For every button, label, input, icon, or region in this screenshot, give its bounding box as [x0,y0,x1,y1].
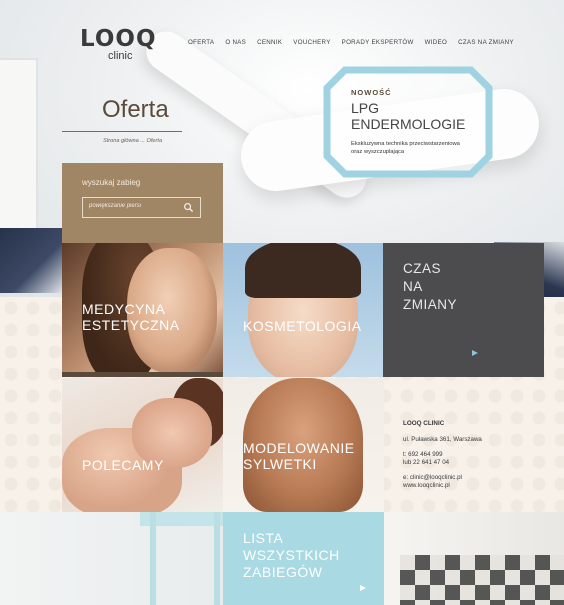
tile-label-line: NA [403,279,423,294]
promo-badge[interactable]: NOWOŚĆ LPG ENDERMOLOGIE Ekskluzywna tech… [323,66,493,178]
contact-website[interactable]: www.looqclinic.pl [403,482,450,489]
tile-bottom-bar [62,372,223,377]
promo-desc-line1: Ekskluzywna technika przeciwstarzeniowa [351,141,460,147]
tile-label: LISTA WSZYSTKICH ZABIEGÓW [243,530,340,581]
tile-label-line: MEDYCYNA [82,301,166,317]
contact-heading: LOOQ CLINIC [403,420,445,427]
tile-label-line: MODELOWANIE [243,440,355,456]
background-checker-floor [400,555,564,605]
tile-photo-hair [245,243,361,298]
tile-label-line: WSZYSTKICH [243,547,340,563]
tile-label-line: LISTA [243,530,284,546]
page-title: Oferta [102,96,169,123]
background-door [0,58,38,232]
arrow-right-icon[interactable] [472,350,478,356]
tile-kosmetologia[interactable]: KOSMETOLOGIA [223,243,384,377]
tile-label-line: CZAS [403,261,442,276]
contact-info: LOOQ CLINIC ul. Puławska 361, Warszawa t… [383,378,544,512]
search-panel: wyszukaj zabieg [62,163,223,243]
promo-title-line2: ENDERMOLOGIE [351,116,466,132]
tile-czas-na-zmiany[interactable]: CZAS NA ZMIANY [383,243,544,377]
tile-label: MEDYCYNA ESTETYCZNA [82,301,180,333]
tile-label-line: ESTETYCZNA [82,317,180,333]
search-field[interactable] [82,197,201,218]
promo-title-line1: LPG [351,100,380,116]
contact-address: ul. Puławska 361, Warszawa [403,436,482,443]
tile-label-line: POLECAMY [82,457,164,473]
contact-phone[interactable]: t: 692 464 999 [403,451,443,458]
nav-item-oferta[interactable]: OFERTA [188,39,214,46]
tile-medycyna-estetyczna[interactable]: MEDYCYNA ESTETYCZNA [62,243,223,377]
nav-item-o-nas[interactable]: O NAS [225,39,246,46]
promo-title: LPG ENDERMOLOGIE [351,100,465,132]
search-icon[interactable] [183,202,194,213]
nav-item-porady-ekspertow[interactable]: PORADY EKSPERTÓW [342,39,414,46]
contact-phone-alt[interactable]: lub 22 641 47 04 [403,459,449,466]
tile-label: POLECAMY [82,457,164,473]
promo-desc-line2: oraz wyszczuplająca [351,149,405,155]
nav-item-vouchery[interactable]: VOUCHERY [293,39,330,46]
nav-item-wideo[interactable]: WIDEO [425,39,447,46]
tile-label-line: ZMIANY [403,297,458,312]
background-table [150,512,220,605]
tile-lista-wszystkich-zabiegow[interactable]: LISTA WSZYSTKICH ZABIEGÓW [223,512,384,605]
promo-description: Ekskluzywna technika przeciwstarzeniowa … [351,140,481,156]
logo-text: LOOQ [80,26,157,52]
tile-polecamy[interactable]: POLECAMY [62,378,223,512]
contact-email[interactable]: e: clinic@looqclinic.pl [403,474,462,481]
search-label: wyszukaj zabieg [82,178,141,187]
search-input[interactable] [89,203,179,209]
tile-label: CZAS NA ZMIANY [403,260,457,314]
promo-label: NOWOŚĆ [351,88,392,97]
background-floor-left [0,228,62,293]
tile-modelowanie-sylwetki[interactable]: MODELOWANIE SYLWETKI [223,378,384,512]
tile-label-line: KOSMETOLOGIA [243,318,362,334]
arrow-right-icon[interactable] [360,585,366,591]
tile-label: MODELOWANIE SYLWETKI [243,440,355,472]
nav-item-czas-na-zmiany[interactable]: CZAS NA ZMIANY [458,39,514,46]
title-divider [62,131,182,132]
main-nav: OFERTA O NAS CENNIK VOUCHERY PORADY EKSP… [188,39,525,46]
tile-label: KOSMETOLOGIA [243,318,362,334]
logo[interactable]: LOOQ clinic [80,26,157,62]
nav-item-cennik[interactable]: CENNIK [257,39,282,46]
logo-subtext: clinic [108,50,133,62]
breadcrumb[interactable]: Strona główna ... Oferta [103,138,162,144]
tile-label-line: SYLWETKI [243,456,317,472]
tile-label-line: ZABIEGÓW [243,564,323,580]
